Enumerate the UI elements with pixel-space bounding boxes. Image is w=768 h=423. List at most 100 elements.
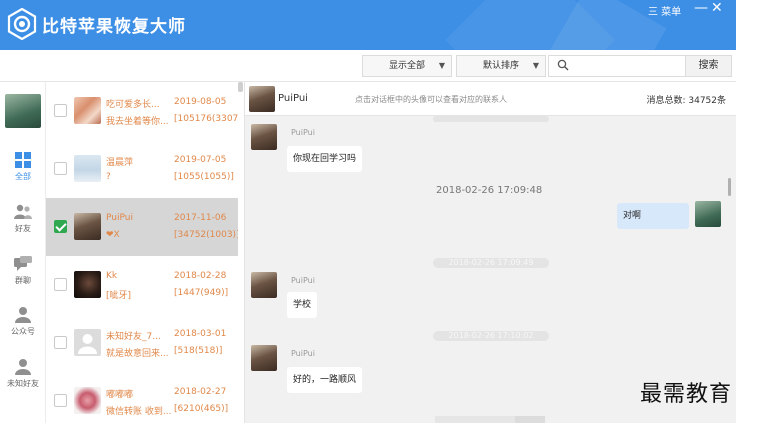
title-bar: 比特苹果恢复大师 三 菜单 — ✕ xyxy=(0,0,736,50)
nav-item-groups[interactable]: 群聊 xyxy=(0,256,46,300)
contact-date: 2018-02-27 xyxy=(174,387,227,397)
nav-item-label: 公众号 xyxy=(11,327,35,336)
contact-last-message: 我去坐着等你... xyxy=(106,117,169,127)
contact-last-message: ? xyxy=(106,172,111,182)
message-sender: PuiPui xyxy=(291,349,315,358)
chat-header: PuiPui 点击对话框中的头像可以查看对应的联系人 消息总数: 34752条 xyxy=(245,82,736,116)
message-bubble: 好的，一路顺风 xyxy=(287,367,363,393)
contact-message-count: [518(518)] xyxy=(174,346,223,356)
menu-button[interactable]: 三 菜单 xyxy=(648,3,681,18)
filter-dropdown-label: 显示全部 xyxy=(389,61,426,71)
chat-scrollbar[interactable] xyxy=(728,178,731,196)
default-avatar-icon[interactable] xyxy=(74,329,101,356)
unknown-friend-icon xyxy=(15,359,31,375)
contact-last-message: 就是故意回来... xyxy=(106,349,169,359)
timestamp: 2018-02-26 17:09:48 xyxy=(436,185,543,196)
contact-last-message: ❤X xyxy=(106,230,120,240)
contact-row[interactable]: 吃可爱多长... 我去坐着等你... 2019-08-05 [105176(33… xyxy=(46,82,238,140)
contact-checkbox[interactable] xyxy=(54,104,67,117)
contact-message-count: [6210(465)] xyxy=(174,404,229,414)
app-logo-icon xyxy=(7,8,37,40)
scroll-fragment xyxy=(515,416,545,423)
contact-avatar[interactable] xyxy=(74,387,101,414)
contact-checkbox[interactable] xyxy=(54,336,67,349)
timestamp-pill: 2018-02-26 17:09:49 xyxy=(433,258,549,268)
left-nav: 全部 好友 群聊 公众号 未知好友 xyxy=(0,82,46,423)
contact-checkbox[interactable] xyxy=(54,162,67,175)
nav-item-label: 未知好友 xyxy=(7,379,39,388)
contact-row[interactable]: Kk [呲牙] 2018-02-28 [1447(949)] xyxy=(46,256,238,314)
search-button[interactable]: 搜索 xyxy=(685,56,731,76)
contact-message-count: [1447(949)] xyxy=(174,288,229,298)
contact-avatar[interactable] xyxy=(74,97,101,124)
contact-row[interactable]: 温晨萍 ? 2019-07-05 [1055(1055)] xyxy=(46,140,238,198)
contact-date: 2018-02-28 xyxy=(174,271,227,281)
timestamp-pill: 2018-02-26 17:10:02 xyxy=(433,331,549,341)
app-title: 比特苹果恢复大师 xyxy=(42,17,186,37)
message-avatar[interactable] xyxy=(251,345,277,371)
group-chat-icon xyxy=(14,256,32,271)
contact-message-count: [34752(1003)] xyxy=(174,230,238,240)
contact-list-scrollbar[interactable] xyxy=(238,82,243,92)
close-button[interactable]: ✕ xyxy=(711,0,723,16)
sort-dropdown[interactable]: 默认排序 ▼ xyxy=(456,55,546,77)
chat-pane: PuiPui 点击对话框中的头像可以查看对应的联系人 消息总数: 34752条 … xyxy=(245,82,736,423)
nav-item-all[interactable]: 全部 xyxy=(0,152,46,196)
message-total: 消息总数: 34752条 xyxy=(646,96,726,106)
contact-list: 吃可爱多长... 我去坐着等你... 2019-08-05 [105176(33… xyxy=(46,82,245,423)
contact-row[interactable]: 嘟嘟嘟 微信转账 收到... 2018-02-27 [6210(465)] xyxy=(46,372,238,423)
contact-date: 2019-07-05 xyxy=(174,155,227,165)
contact-name: 吃可爱多长... xyxy=(106,100,160,110)
search-input[interactable]: 搜索 xyxy=(548,55,732,77)
filter-dropdown[interactable]: 显示全部 ▼ xyxy=(362,55,452,77)
toolbar: 显示全部 ▼ 默认排序 ▼ 搜索 xyxy=(0,50,736,82)
message-avatar[interactable] xyxy=(251,124,277,150)
chevron-down-icon: ▼ xyxy=(438,61,445,70)
contact-avatar[interactable] xyxy=(74,213,101,240)
nav-item-friends[interactable]: 好友 xyxy=(0,204,46,248)
contact-date: 2019-08-05 xyxy=(174,97,227,107)
message-avatar-mine[interactable] xyxy=(695,201,721,227)
message-sender: PuiPui xyxy=(291,128,315,137)
chat-contact-name: PuiPui xyxy=(278,93,308,104)
message-bubble: 你现在回学习吗 xyxy=(287,146,363,172)
app-window: 比特苹果恢复大师 三 菜单 — ✕ 显示全部 ▼ 默认排序 ▼ 搜索 全部 好友… xyxy=(0,0,736,423)
message-bubble-mine: 对啊 xyxy=(617,203,689,229)
nav-item-unknown-friends[interactable]: 未知好友 xyxy=(0,358,46,402)
contact-name: 未知好友_7... xyxy=(106,332,161,342)
user-avatar[interactable] xyxy=(5,94,41,128)
message-avatar[interactable] xyxy=(251,272,277,298)
contact-avatar[interactable] xyxy=(74,155,101,182)
contact-avatar[interactable] xyxy=(74,271,101,298)
message-bubble: 学校 xyxy=(287,292,318,318)
contact-checkbox-checked[interactable] xyxy=(54,220,67,233)
contact-name: 嘟嘟嘟 xyxy=(106,390,134,400)
friends-icon xyxy=(14,204,32,219)
contact-last-message: [呲牙] xyxy=(106,291,132,301)
watermark: 最需教育 xyxy=(640,382,733,407)
contact-checkbox[interactable] xyxy=(54,278,67,291)
contact-name: PuiPui xyxy=(106,213,133,223)
contact-row-selected[interactable]: PuiPui ❤X 2017-11-06 [34752(1003)] xyxy=(46,198,238,256)
contact-name: 温晨萍 xyxy=(106,158,134,168)
contact-message-count: [1055(1055)] xyxy=(174,172,234,182)
contact-checkbox[interactable] xyxy=(54,394,67,407)
contact-date: 2017-11-06 xyxy=(174,213,227,223)
contact-row[interactable]: 未知好友_7... 就是故意回来... 2018-03-01 [518(518)… xyxy=(46,314,238,372)
sort-dropdown-label: 默认排序 xyxy=(483,61,520,71)
contact-name: Kk xyxy=(106,271,118,281)
nav-item-official-accounts[interactable]: 公众号 xyxy=(0,306,46,350)
chat-hint: 点击对话框中的头像可以查看对应的联系人 xyxy=(355,95,507,104)
chevron-down-icon: ▼ xyxy=(532,61,539,70)
chat-contact-avatar[interactable] xyxy=(249,86,275,112)
message-sender: PuiPui xyxy=(291,276,315,285)
minimize-button[interactable]: — xyxy=(694,0,708,16)
nav-item-label: 群聊 xyxy=(15,276,31,285)
nav-item-label: 好友 xyxy=(15,224,31,233)
contact-date: 2018-03-01 xyxy=(174,329,227,339)
contact-message-count: [105176(33076)] xyxy=(174,114,238,124)
contact-last-message: 微信转账 收到... xyxy=(106,407,172,417)
search-icon xyxy=(557,59,569,71)
timestamp-pill xyxy=(433,116,549,122)
official-account-icon xyxy=(15,307,31,323)
